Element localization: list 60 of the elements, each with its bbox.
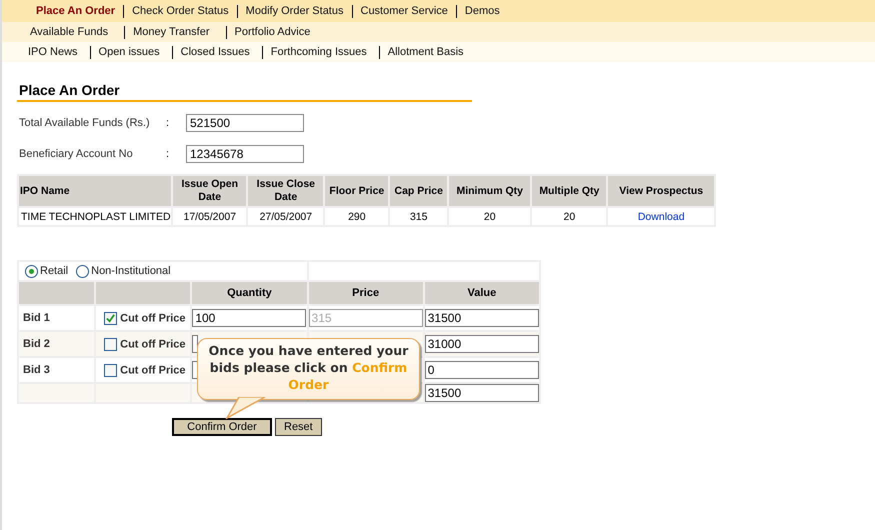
table-cell: 315	[390, 208, 448, 225]
input-field[interactable]: 521500	[186, 114, 304, 132]
table-cell: TIME TECHNOPLAST LIMITED	[19, 208, 172, 225]
input-field[interactable]: 31500	[424, 384, 539, 402]
table-cell: 290	[325, 208, 388, 225]
colon: :	[166, 117, 170, 129]
nav-link[interactable]: IPO News	[26, 46, 90, 58]
nav-link[interactable]: Allotment Basis	[386, 46, 476, 58]
table-cell: 20	[449, 208, 530, 225]
radio-label: Non-Institutional	[91, 265, 171, 277]
column-header: Issue Close Date	[248, 176, 324, 206]
radio-label: Retail	[40, 265, 68, 277]
confirm-button[interactable]: Confirm Order	[172, 418, 272, 436]
checkbox-label: Cut off Price	[120, 364, 186, 376]
table-cell: 27/05/2007	[248, 208, 324, 225]
nav-link[interactable]: Place An Order	[30, 5, 122, 17]
nav-link[interactable]: Portfolio Advice	[232, 26, 326, 38]
input-field[interactable]: 31500	[424, 309, 539, 327]
column-header: Quantity	[192, 282, 307, 304]
colon: :	[166, 148, 170, 160]
nav-link[interactable]: Modify Order Status	[240, 5, 350, 17]
table-cell: 17/05/2007	[173, 208, 246, 225]
checkbox[interactable]	[104, 364, 118, 376]
nav-link[interactable]: Demos	[458, 5, 506, 17]
nav-link[interactable]: Available Funds	[28, 26, 124, 38]
input-field[interactable]: 0	[424, 361, 539, 379]
input-field[interactable]	[192, 335, 198, 353]
checkbox[interactable]	[104, 312, 118, 324]
column-header: Cap Price	[390, 176, 448, 206]
nav-link[interactable]: Check Order Status	[126, 5, 235, 17]
nav-link[interactable]: Money Transfer	[131, 26, 226, 38]
column-header: Value	[424, 282, 539, 304]
column-header: IPO Name	[19, 176, 172, 206]
column-header: Issue Open Date	[173, 176, 246, 206]
table-cell: 20	[532, 208, 606, 225]
checkbox-label: Cut off Price	[120, 312, 186, 324]
column-header: Price	[308, 282, 423, 304]
checkbox[interactable]	[104, 338, 118, 350]
callout-text: Once you have entered your bids please click on Confirm Order	[208, 342, 410, 393]
bid-label: Bid 3	[19, 358, 94, 382]
bid-label: Bid 1	[19, 306, 94, 330]
reset-button[interactable]: Reset	[275, 418, 322, 436]
nav-link[interactable]: Open issues	[96, 46, 172, 58]
input-field[interactable]: 12345678	[186, 145, 304, 163]
input-field[interactable]: 31000	[424, 335, 539, 353]
field-label: Total Available Funds (Rs.)	[18, 117, 151, 129]
field-label: Beneficiary Account No	[18, 148, 134, 160]
nav-link[interactable]: Customer Service	[354, 5, 454, 17]
nav-link[interactable]: Closed Issues	[178, 46, 262, 58]
page-heading: Place An Order	[17, 82, 472, 102]
input-field[interactable]: 100	[192, 309, 306, 327]
column-header: View Prospectus	[608, 176, 714, 206]
column-header: Floor Price	[325, 176, 388, 206]
checkbox-label: Cut off Price	[120, 338, 186, 350]
radio-button[interactable]	[25, 264, 38, 278]
column-header: Minimum Qty	[449, 176, 530, 206]
nav-link[interactable]: Forthcoming Issues	[268, 46, 379, 58]
radio-button[interactable]	[76, 264, 90, 278]
bid-label: Bid 2	[19, 332, 94, 356]
column-header: Multiple Qty	[532, 176, 606, 206]
